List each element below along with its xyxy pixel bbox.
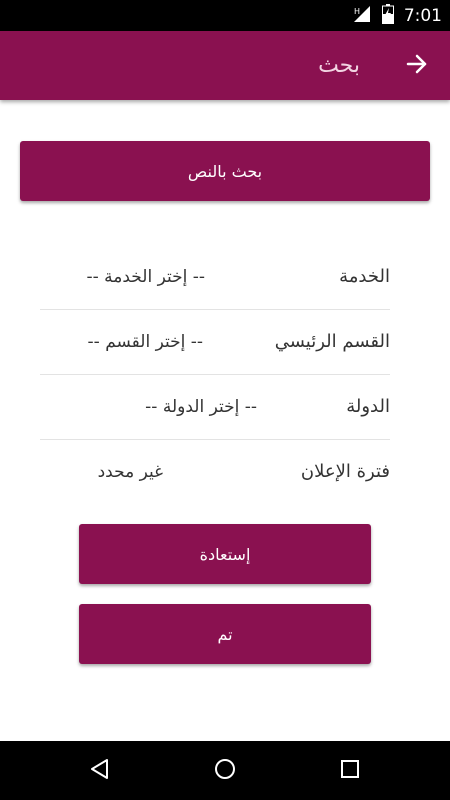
- home-circle-icon: [214, 758, 236, 784]
- service-label: الخدمة: [339, 266, 390, 287]
- ad-period-label: فترة الإعلان: [300, 461, 390, 482]
- country-select[interactable]: -- إختر الدولة --: [145, 375, 257, 439]
- back-button[interactable]: [402, 51, 432, 81]
- nav-back-button[interactable]: [70, 741, 130, 800]
- page-title: بحث: [318, 53, 360, 78]
- filter-row-service[interactable]: الخدمة -- إختر الخدمة --: [40, 245, 390, 310]
- main-section-label: القسم الرئيسي: [274, 331, 390, 352]
- filter-row-country[interactable]: الدولة -- إختر الدولة --: [40, 375, 390, 440]
- filter-row-main-section[interactable]: القسم الرئيسي -- إختر القسم --: [40, 310, 390, 375]
- nav-home-button[interactable]: [195, 741, 255, 800]
- recents-square-icon: [340, 759, 360, 783]
- system-nav-bar: [0, 741, 450, 800]
- main-section-select[interactable]: -- إختر القسم --: [88, 310, 203, 374]
- reset-button[interactable]: إستعادة: [79, 524, 371, 584]
- app-bar: بحث: [0, 31, 450, 100]
- battery-charging-icon: [381, 3, 394, 28]
- service-select[interactable]: -- إختر الخدمة --: [86, 245, 205, 309]
- status-bar: H 7:01: [0, 0, 450, 31]
- filter-row-ad-period[interactable]: فترة الإعلان غير محدد: [40, 440, 390, 504]
- search-by-text-button[interactable]: بحث بالنص: [20, 141, 430, 201]
- country-label: الدولة: [346, 396, 390, 417]
- ad-period-select[interactable]: غير محدد: [98, 440, 163, 504]
- svg-text:H: H: [354, 7, 360, 16]
- back-triangle-icon: [89, 758, 111, 784]
- nav-recents-button[interactable]: [320, 741, 380, 800]
- done-button[interactable]: تم: [79, 604, 371, 664]
- status-icons: H 7:01: [352, 0, 442, 31]
- signal-h-icon: H: [352, 5, 372, 27]
- status-time: 7:01: [403, 5, 442, 26]
- arrow-right-icon: [405, 52, 429, 80]
